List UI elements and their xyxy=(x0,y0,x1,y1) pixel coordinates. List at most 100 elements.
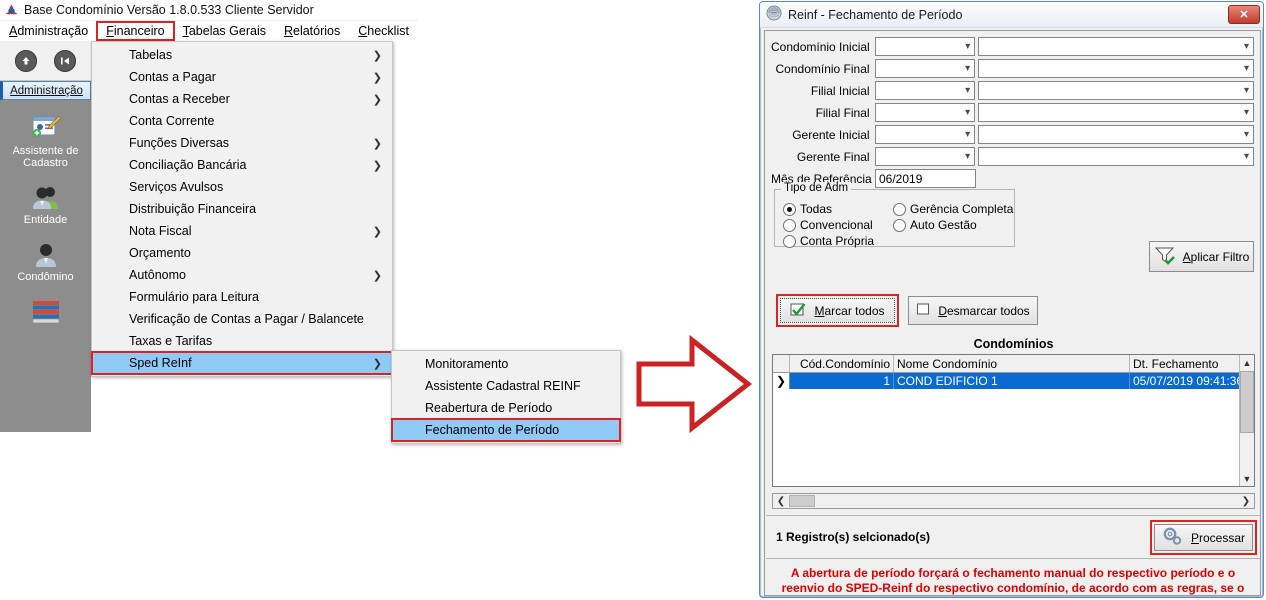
radio-label: Auto Gestão xyxy=(910,218,977,232)
menubar-item-relatorios[interactable]: Relatórios xyxy=(275,22,349,40)
condominio-inicial-code-combo[interactable]: ▾ xyxy=(874,37,976,56)
marcar-todos-button[interactable]: Marcar todos xyxy=(780,298,895,323)
scroll-left-icon[interactable]: ❮ xyxy=(773,496,789,507)
menubar-item-administracao[interactable]: Administração xyxy=(0,22,97,40)
app-title-text: Base Condomínio Versão 1.8.0.533 Cliente… xyxy=(24,3,314,17)
menubar-label-checklist: hecklist xyxy=(367,24,409,38)
dialog-content: Condomínio Inicial ▾ ▾ Condomínio Final … xyxy=(764,30,1261,597)
desmarcar-todos-button[interactable]: Desmarcar todos xyxy=(908,296,1038,325)
grid-header-row: Cód.Condomínio Nome Condomínio Dt. Fecha… xyxy=(773,355,1254,373)
gerente-final-name-combo[interactable]: ▾ xyxy=(978,147,1254,166)
radio-convencional[interactable]: Convencional xyxy=(783,218,873,232)
grid-vertical-scrollbar[interactable]: ▲ ▼ xyxy=(1239,355,1254,486)
menubar-item-financeiro[interactable]: Financeiro xyxy=(96,21,175,41)
chevron-right-icon: ❯ xyxy=(372,137,382,150)
menubar-item-tabelas-gerais[interactable]: Tabelas Gerais xyxy=(174,22,275,40)
filial-final-code-combo[interactable]: ▾ xyxy=(874,103,976,122)
aplicar-filtro-button[interactable]: Aplicar Filtro xyxy=(1149,241,1254,272)
reinf-dialog-window: Reinf - Fechamento de Período ✕ Condomín… xyxy=(759,1,1264,598)
aplicar-filtro-label: Aplicar Filtro xyxy=(1182,249,1250,264)
submenu-item-reabertura-de-periodo[interactable]: Reabertura de Período xyxy=(392,397,620,419)
dialog-title-text: Reinf - Fechamento de Período xyxy=(788,7,963,22)
menu-item-label: Sped ReInf xyxy=(129,356,192,370)
sidebar-item-assistente-de-cadastro[interactable]: Assistente de Cadastro xyxy=(0,108,91,169)
radio-indicator xyxy=(783,218,796,232)
radio-auto-gestao[interactable]: Auto Gestão xyxy=(893,218,977,232)
menu-item-label: Nota Fiscal xyxy=(129,224,192,238)
filial-inicial-code-combo[interactable]: ▾ xyxy=(874,81,976,100)
menu-item-distribuicao-financeira[interactable]: Distribuição Financeira xyxy=(92,198,392,220)
menu-item-contas-a-pagar[interactable]: Contas a Pagar ❯ xyxy=(92,66,392,88)
condominio-final-code-combo[interactable]: ▾ xyxy=(874,59,976,78)
condominio-inicial-name-combo[interactable]: ▾ xyxy=(978,37,1254,56)
scroll-up-icon[interactable]: ▲ xyxy=(1240,355,1254,370)
chevron-right-icon: ❯ xyxy=(372,71,382,84)
back-icon[interactable] xyxy=(54,49,77,72)
scroll-right-icon[interactable]: ❯ xyxy=(1238,496,1254,507)
radio-indicator xyxy=(893,218,906,232)
sidebar-header-label: Administração xyxy=(10,84,83,97)
scroll-down-icon[interactable]: ▼ xyxy=(1240,471,1254,486)
menu-item-servicos-avulsos[interactable]: Serviços Avulsos xyxy=(92,176,392,198)
desmarcar-todos-label: Desmarcar todos xyxy=(938,303,1030,318)
grid-hscroll-thumb[interactable] xyxy=(789,495,815,507)
menu-item-taxas-e-tarifas[interactable]: Taxas e Tarifas xyxy=(92,330,392,352)
menu-item-label: Contas a Pagar xyxy=(129,70,216,84)
gerente-inicial-name-combo[interactable]: ▾ xyxy=(978,125,1254,144)
sidebar-item-entidade[interactable]: Entidade xyxy=(0,177,91,226)
condominios-grid[interactable]: Cód.Condomínio Nome Condomínio Dt. Fecha… xyxy=(772,354,1255,487)
upload-icon[interactable] xyxy=(14,49,37,72)
radio-gerencia-completa[interactable]: Gerência Completa xyxy=(893,202,1013,216)
menu-item-sped-reinf[interactable]: Sped ReInf ❯ xyxy=(91,351,393,375)
sidebar-item-books[interactable] xyxy=(0,291,91,328)
grid-horizontal-scrollbar[interactable]: ❮ ❯ xyxy=(772,493,1255,509)
submenu-item-fechamento-de-periodo[interactable]: Fechamento de Período xyxy=(391,418,621,442)
empty-box-icon xyxy=(916,302,931,319)
processar-button[interactable]: Processar xyxy=(1154,524,1253,551)
filial-final-name-combo[interactable]: ▾ xyxy=(978,103,1254,122)
menu-item-conciliacao-bancaria[interactable]: Conciliação Bancária ❯ xyxy=(92,154,392,176)
filter-row-condominio-inicial: Condomínio Inicial ▾ ▾ xyxy=(771,36,1254,57)
radio-conta-propria[interactable]: Conta Própria xyxy=(783,234,874,248)
submenu-item-assistente-cadastral-reinf[interactable]: Assistente Cadastral REINF xyxy=(392,375,620,397)
grid-header-nome-condominio[interactable]: Nome Condomínio xyxy=(894,355,1130,372)
chevron-down-icon: ▾ xyxy=(1243,150,1249,162)
menu-item-autonomo[interactable]: Autônomo ❯ xyxy=(92,264,392,286)
close-icon[interactable]: ✕ xyxy=(1228,5,1260,24)
radio-todas[interactable]: Todas xyxy=(783,202,832,216)
menubar-item-checklist[interactable]: Checklist xyxy=(349,22,418,40)
menubar-label-financeiro: inanceiro xyxy=(113,24,165,38)
grid-header-dt-fechamento[interactable]: Dt. Fechamento xyxy=(1130,355,1243,372)
chevron-down-icon: ▾ xyxy=(1243,62,1249,74)
mes-referencia-input[interactable]: 06/2019 xyxy=(875,169,976,188)
condominio-final-name-combo[interactable]: ▾ xyxy=(978,59,1254,78)
menu-item-tabelas[interactable]: Tabelas ❯ xyxy=(92,44,392,66)
menu-item-label: Conta Corrente xyxy=(129,114,215,128)
menu-item-formulario-para-leitura[interactable]: Formulário para Leitura xyxy=(92,286,392,308)
menu-item-nota-fiscal[interactable]: Nota Fiscal ❯ xyxy=(92,220,392,242)
menubar-label-relatorios: elatórios xyxy=(293,24,341,38)
menu-item-funcoes-diversas[interactable]: Funções Diversas ❯ xyxy=(92,132,392,154)
grid-title: Condomínios xyxy=(973,337,1054,351)
submenu-item-monitoramento[interactable]: Monitoramento xyxy=(392,353,620,375)
chevron-right-icon: ❯ xyxy=(372,225,382,238)
menu-item-contas-a-receber[interactable]: Contas a Receber ❯ xyxy=(92,88,392,110)
gerente-final-code-combo[interactable]: ▾ xyxy=(874,147,976,166)
menu-sped-reinf-submenu: Monitoramento Assistente Cadastral REINF… xyxy=(391,350,621,444)
menu-item-label: Monitoramento xyxy=(425,357,509,371)
chevron-down-icon: ▾ xyxy=(965,40,971,52)
filial-inicial-name-combo[interactable]: ▾ xyxy=(978,81,1254,100)
menu-item-conta-corrente[interactable]: Conta Corrente xyxy=(92,110,392,132)
menu-item-orcamento[interactable]: Orçamento xyxy=(92,242,392,264)
menu-item-verificacao-contas-balancete[interactable]: Verificação de Contas a Pagar / Balancet… xyxy=(92,308,392,330)
grid-vscroll-thumb[interactable] xyxy=(1240,371,1254,433)
close-label: ✕ xyxy=(1239,9,1249,21)
sidebar-item-condomino[interactable]: Condômino xyxy=(0,234,91,283)
chevron-down-icon: ▾ xyxy=(1243,84,1249,96)
table-row[interactable]: ❯ 1 COND EDIFICIO 1 05/07/2019 09:41:36 … xyxy=(773,373,1254,389)
menu-financeiro-dropdown: Tabelas ❯ Contas a Pagar ❯ Contas a Recebe… xyxy=(91,41,393,377)
gerente-inicial-code-combo[interactable]: ▾ xyxy=(874,125,976,144)
sidebar-header[interactable]: Administração xyxy=(0,81,91,100)
chevron-right-icon: ❯ xyxy=(372,93,382,106)
grid-header-cod-condominio[interactable]: Cód.Condomínio xyxy=(790,355,894,372)
